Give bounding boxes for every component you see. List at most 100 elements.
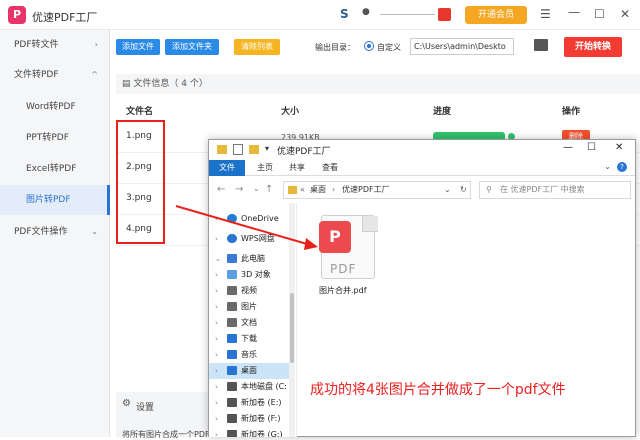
app-titlebar: P 优速PDF工厂 S ● 开通会员 ☰ — ☐ ✕ [0,0,640,30]
back-icon[interactable]: ← [217,184,225,195]
custom-radio[interactable] [364,41,374,51]
chevron-right-icon: › [94,40,98,49]
tab-file[interactable]: 文件 [209,160,245,176]
nav-item-wps[interactable]: › WPS网盘 [209,231,295,247]
sidebar-item-excel-to-pdf[interactable]: Excel转PDF [0,154,110,184]
drive-icon [227,398,237,407]
document-icon [227,318,237,327]
ribbon-expand-icon[interactable]: ⌄ [604,162,611,171]
video-icon [227,286,237,295]
cloud-icon [227,234,237,243]
nav-scrollbar-thumb[interactable] [290,293,294,363]
logo-s-icon: S [340,7,349,21]
cloud-icon [227,214,237,223]
forward-icon[interactable]: → [235,184,243,195]
search-input[interactable]: ⚲ 在 优速PDF工厂 中搜索 [479,181,631,199]
col-progress: 进度 [433,107,452,117]
nav-scrollbar[interactable] [289,203,295,437]
chevron-down-icon: ⌄ [91,227,98,236]
refresh-icon[interactable]: ↻ [460,182,467,198]
chevron-up-icon: ^ [91,70,98,79]
nav-item-drive-f[interactable]: › 新加卷 (F:) [209,411,295,427]
explorer-address-bar: ← → ⌄ ↑ « 桌面 › 优速PDF工厂 ⌄ ↻ ⚲ 在 优速PDF工厂 中… [209,177,635,203]
help-icon[interactable]: ? [617,162,627,172]
cube-icon [227,270,237,279]
minimize-icon[interactable]: — [563,142,573,153]
breadcrumb-desktop[interactable]: 桌面 [310,182,326,198]
nav-item-documents[interactable]: › 文档 [209,315,295,331]
sidebar-item-pdf-to-file[interactable]: PDF转文件 › [0,30,110,60]
brand-k-icon[interactable] [438,8,451,21]
recent-icon[interactable]: ⌄ [253,184,260,193]
nav-item-desktop[interactable]: › 桌面 [209,363,295,379]
search-icon: ⚲ [486,185,492,194]
close-icon[interactable]: ✕ [620,7,630,21]
file-info-icon: ▤ [122,79,134,89]
drive-icon [227,414,237,423]
folder-icon[interactable] [534,39,548,51]
maximize-icon[interactable]: ☐ [594,7,605,21]
nav-item-music[interactable]: › 音乐 [209,347,295,363]
sidebar: PDF转文件 › 文件转PDF ^ Word转PDF PPT转PDF Excel… [0,30,110,437]
breadcrumb-folder[interactable]: 优速PDF工厂 [342,182,390,198]
computer-icon [227,254,237,263]
tab-view[interactable]: 查看 [322,160,338,176]
minimize-icon[interactable]: — [568,5,580,19]
explorer-ribbon: 文件 主页 共享 查看 ⌄ ? [209,160,635,176]
add-folder-button[interactable]: 添加文件夹 [165,39,219,55]
pdf-file-name: 图片合并.pdf [319,286,367,295]
new-folder-icon[interactable] [249,145,259,154]
gear-icon: ⚙ [122,398,131,409]
col-size: 大小 [281,107,300,117]
output-dir-label: 输出目录： [315,43,355,52]
sidebar-item-image-to-pdf[interactable]: 图片转PDF [0,185,110,215]
nav-item-drive-c[interactable]: › 本地磁盘 (C: [209,379,295,395]
start-convert-button[interactable]: 开始转换 [564,37,622,57]
highlight-box [116,120,165,244]
nav-item-onedrive[interactable]: › OneDrive [209,211,295,227]
tab-home[interactable]: 主页 [257,160,273,176]
nav-item-3d[interactable]: › 3D 对象 [209,267,295,283]
pdf-file-item[interactable]: PDF P 图片合并.pdf [319,215,379,299]
explorer-title: 优速PDF工厂 [277,147,331,157]
explorer-titlebar: ▾ 优速PDF工厂 — ☐ ✕ [209,140,635,160]
dropdown-icon[interactable]: ▾ [265,144,269,153]
output-path-input[interactable]: C:\Users\admin\Deskto [410,38,514,55]
close-icon[interactable]: ✕ [615,142,623,153]
settings-panel: ⚙ 设置 将所有图片合成一个PDF [116,392,214,439]
nav-item-pictures[interactable]: › 图片 [209,299,295,315]
music-icon [227,350,237,359]
address-box[interactable]: « 桌面 › 优速PDF工厂 ⌄ ↻ [283,181,471,199]
clear-list-button[interactable]: 清除列表 [234,39,280,55]
toolbar: 添加文件 添加文件夹 清除列表 输出目录： 自定义 C:\Users\admin… [110,30,640,64]
col-action: 操作 [562,107,581,117]
nav-item-drive-g[interactable]: › 新加卷 (G:) [209,427,295,437]
nav-item-downloads[interactable]: › 下载 [209,331,295,347]
drive-icon [227,382,237,391]
address-dropdown-icon[interactable]: ⌄ [444,182,451,198]
sidebar-item-pdf-operations[interactable]: PDF文件操作 ⌄ [0,217,110,247]
vip-button[interactable]: 开通会员 [465,6,527,24]
app-logo-icon: P [8,6,26,24]
user-icon[interactable]: ● [362,7,370,17]
app-title: 优速PDF工厂 [32,11,98,24]
folder-icon [217,145,227,154]
properties-icon[interactable] [233,144,243,155]
drive-icon [227,430,237,437]
add-file-button[interactable]: 添加文件 [116,39,160,55]
user-name-placeholder [380,14,435,15]
desktop-icon [227,366,237,375]
up-icon[interactable]: ↑ [265,184,273,195]
sidebar-item-word-to-pdf[interactable]: Word转PDF [0,92,110,122]
nav-item-videos[interactable]: › 视频 [209,283,295,299]
settings-label: 设置 [136,403,155,413]
tab-share[interactable]: 共享 [289,160,305,176]
menu-icon[interactable]: ☰ [540,7,551,21]
sidebar-item-ppt-to-pdf[interactable]: PPT转PDF [0,123,110,153]
pdf-badge-icon: P [319,221,351,253]
maximize-icon[interactable]: ☐ [587,142,596,153]
sidebar-item-file-to-pdf[interactable]: 文件转PDF ^ [0,60,110,90]
nav-item-drive-e[interactable]: › 新加卷 (E:) [209,395,295,411]
nav-item-this-pc[interactable]: ⌄ 此电脑 [209,251,295,267]
col-filename: 文件名 [126,107,154,117]
